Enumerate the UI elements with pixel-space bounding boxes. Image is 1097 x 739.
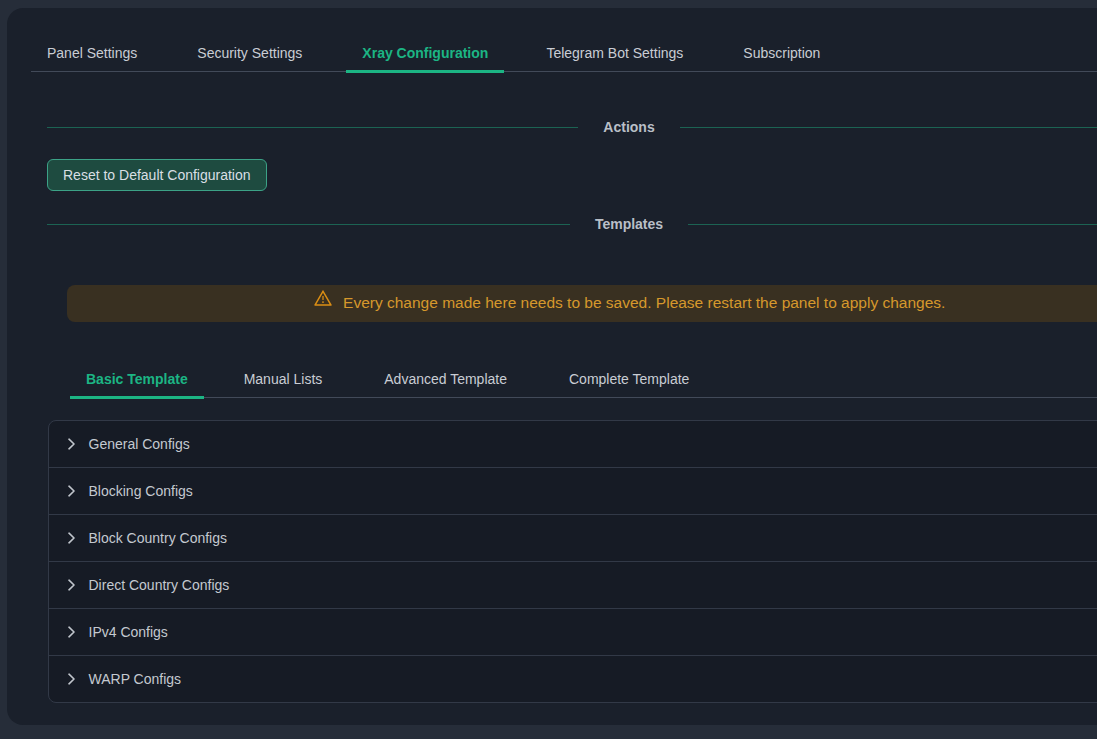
tab-telegram-bot-settings[interactable]: Telegram Bot Settings <box>530 32 699 72</box>
chevron-right-icon <box>68 438 75 450</box>
templates-divider: Templates <box>47 213 1097 235</box>
collapse-item-blocking-configs: Blocking Configs <box>49 468 1097 515</box>
restart-warning-text: Every change made here needs to be saved… <box>343 294 945 311</box>
chevron-right-icon <box>68 485 75 497</box>
reset-to-default-button[interactable]: Reset to Default Configuration <box>47 159 267 191</box>
collapse-header-blocking-configs[interactable]: Blocking Configs <box>49 468 1097 514</box>
collapse-item-block-country-configs: Block Country Configs <box>49 515 1097 562</box>
template-tab-advanced-template[interactable]: Advanced Template <box>368 358 523 398</box>
template-tab-complete-template[interactable]: Complete Template <box>553 358 705 398</box>
collapse-header-direct-country-configs[interactable]: Direct Country Configs <box>49 562 1097 608</box>
collapse-label: General Configs <box>89 436 190 452</box>
actions-divider-label: Actions <box>578 119 679 135</box>
restart-warning-alert: Every change made here needs to be saved… <box>67 285 1097 322</box>
tab-panel-settings[interactable]: Panel Settings <box>31 32 153 72</box>
collapse-item-general-configs: General Configs <box>49 421 1097 468</box>
collapse-label: Blocking Configs <box>89 483 193 499</box>
chevron-right-icon <box>68 673 75 685</box>
tab-security-settings[interactable]: Security Settings <box>181 32 318 72</box>
collapse-header-ipv4-configs[interactable]: IPv4 Configs <box>49 609 1097 655</box>
collapse-item-direct-country-configs: Direct Country Configs <box>49 562 1097 609</box>
settings-tabs: Panel Settings Security Settings Xray Conf… <box>31 32 1097 72</box>
template-tabs: Basic Template Manual Lists Advanced Templ… <box>70 358 1097 398</box>
template-tab-basic-template[interactable]: Basic Template <box>70 358 204 398</box>
collapse-label: Block Country Configs <box>89 530 228 546</box>
collapse-label: Direct Country Configs <box>89 577 230 593</box>
tab-xray-configuration[interactable]: Xray Configuration <box>346 32 504 72</box>
chevron-right-icon <box>68 626 75 638</box>
collapse-header-block-country-configs[interactable]: Block Country Configs <box>49 515 1097 561</box>
collapse-item-ipv4-configs: IPv4 Configs <box>49 609 1097 656</box>
tab-subscription[interactable]: Subscription <box>727 32 836 72</box>
templates-divider-label: Templates <box>570 216 688 232</box>
warning-triangle-icon <box>313 288 333 308</box>
settings-card: Panel Settings Security Settings Xray Conf… <box>7 8 1097 725</box>
template-tab-manual-lists[interactable]: Manual Lists <box>228 358 339 398</box>
chevron-right-icon <box>68 579 75 591</box>
actions-divider: Actions <box>47 116 1097 138</box>
xray-configuration-pane: Actions Reset to Default Configuration T… <box>31 116 1097 703</box>
collapse-header-general-configs[interactable]: General Configs <box>49 421 1097 467</box>
collapse-label: IPv4 Configs <box>89 624 168 640</box>
configs-collapse: General Configs Blocking Configs Block Cou… <box>48 420 1097 703</box>
collapse-label: WARP Configs <box>89 671 182 687</box>
collapse-header-warp-configs[interactable]: WARP Configs <box>49 656 1097 702</box>
collapse-item-warp-configs: WARP Configs <box>49 656 1097 702</box>
chevron-right-icon <box>68 532 75 544</box>
